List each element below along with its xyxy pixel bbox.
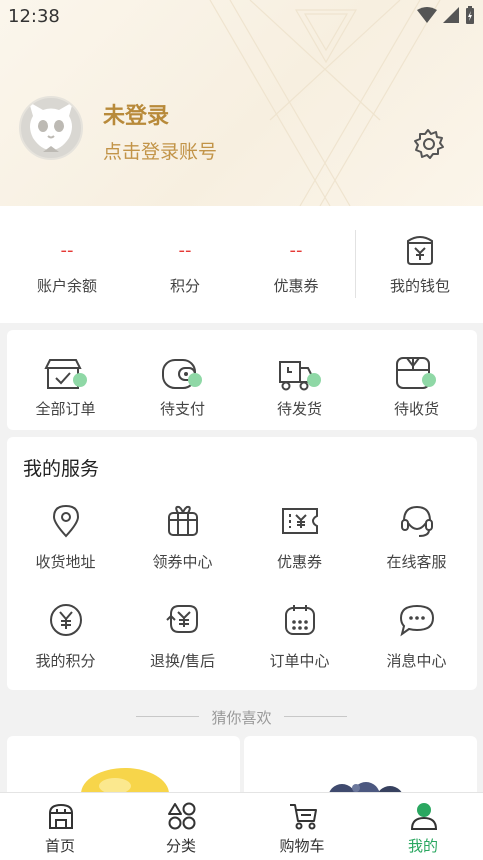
- stat-value: --: [60, 240, 74, 261]
- cart-icon: [290, 804, 317, 830]
- divider-line: [284, 716, 347, 717]
- service-label: 我的积分: [35, 652, 96, 670]
- service-messages[interactable]: 消息中心: [358, 602, 475, 672]
- service-my-points[interactable]: 我的积分: [7, 602, 124, 672]
- person-icon: [410, 803, 438, 830]
- stat-value: --: [178, 240, 192, 261]
- profile-header: 12:38 未登录 点击登录账号: [0, 0, 483, 206]
- order-to-receive[interactable]: 待收货: [358, 354, 475, 424]
- tab-label: 购物车: [279, 837, 325, 855]
- stat-balance[interactable]: -- 账户余额: [12, 206, 122, 323]
- service-label: 消息中心: [386, 652, 447, 670]
- headset-icon: [400, 505, 433, 537]
- chat-bubble-icon: [399, 604, 434, 637]
- coupon-ticket-icon: [281, 508, 318, 534]
- wallet-pay-icon: [161, 359, 202, 389]
- recommendation-title: 猜你喜欢: [211, 709, 272, 727]
- stat-value: --: [289, 240, 303, 261]
- product-image-blueberries: [328, 782, 404, 796]
- service-label: 收货地址: [35, 553, 96, 571]
- bottom-tab-bar: 首页 分类 购物车 我的: [0, 792, 483, 860]
- tab-label: 首页: [44, 837, 75, 855]
- service-label: 领券中心: [152, 553, 213, 571]
- order-label: 全部订单: [35, 400, 96, 418]
- service-coupons[interactable]: 优惠券: [241, 503, 358, 573]
- category-grid-icon: [168, 802, 196, 830]
- login-link[interactable]: 点击登录账号: [103, 137, 217, 164]
- order-label: 待收货: [393, 400, 439, 418]
- service-order-center[interactable]: 订单中心: [241, 602, 358, 672]
- service-label: 在线客服: [386, 553, 447, 571]
- wifi-icon: [417, 7, 437, 23]
- stat-coupons[interactable]: -- 优惠券: [241, 206, 351, 323]
- divider: [355, 230, 356, 298]
- package-box-icon: [395, 357, 436, 389]
- home-shop-icon: [49, 803, 73, 829]
- order-to-ship[interactable]: 待发货: [241, 354, 358, 424]
- wallet-yen-icon: [407, 236, 433, 265]
- orders-card: 全部订单 待支付 待发货 待收货: [7, 330, 477, 430]
- services-title: 我的服务: [23, 458, 100, 480]
- stat-label: 积分: [169, 277, 200, 295]
- service-label: 优惠券: [276, 553, 322, 571]
- tab-home[interactable]: 首页: [0, 793, 120, 860]
- service-customer-support[interactable]: 在线客服: [358, 503, 475, 573]
- services-card: 我的服务 收货地址 领券中心 优惠券 在线客服 我的积分 退换/售后 订单中心 …: [7, 437, 477, 690]
- order-label: 待支付: [159, 400, 205, 418]
- settings-gear-icon[interactable]: [410, 126, 446, 162]
- my-wallet-button[interactable]: 我的钱包: [365, 206, 475, 323]
- gift-box-icon: [167, 505, 198, 536]
- product-card[interactable]: [244, 736, 477, 796]
- tab-label: 分类: [165, 837, 196, 855]
- wallet-label: 我的钱包: [389, 277, 450, 295]
- recommendation-divider: 猜你喜欢: [0, 702, 483, 732]
- order-label: 待发货: [276, 400, 322, 418]
- tab-category[interactable]: 分类: [121, 793, 241, 860]
- location-pin-icon: [52, 504, 79, 538]
- stat-label: 账户余额: [36, 277, 97, 295]
- product-image-lemon: [81, 768, 169, 796]
- service-label: 退换/售后: [149, 652, 216, 670]
- tab-label: 我的: [407, 837, 438, 855]
- delivery-truck-icon: [278, 361, 321, 391]
- avatar[interactable]: [19, 96, 83, 160]
- cat-avatar-icon: [29, 102, 73, 152]
- status-bar: 12:38: [0, 0, 483, 32]
- yen-circle-icon: [49, 604, 82, 636]
- shop-order-icon: [43, 359, 87, 389]
- calendar-icon: [284, 605, 315, 635]
- service-returns[interactable]: 退换/售后: [124, 602, 241, 672]
- stat-label: 优惠券: [273, 277, 319, 295]
- stat-points[interactable]: -- 积分: [130, 206, 240, 323]
- order-all[interactable]: 全部订单: [7, 354, 124, 424]
- account-stats: -- 账户余额 -- 积分 -- 优惠券 我的钱包: [0, 206, 483, 323]
- order-unpaid[interactable]: 待支付: [124, 354, 241, 424]
- service-address[interactable]: 收货地址: [7, 503, 124, 573]
- tab-cart[interactable]: 购物车: [242, 793, 362, 860]
- signal-icon: [443, 7, 459, 23]
- battery-icon: [466, 6, 474, 24]
- status-time: 12:38: [8, 6, 60, 27]
- tab-mine[interactable]: 我的: [363, 793, 483, 860]
- login-status-title[interactable]: 未登录: [103, 98, 169, 130]
- product-card[interactable]: [7, 736, 240, 796]
- service-label: 订单中心: [269, 652, 330, 670]
- service-coupon-center[interactable]: 领券中心: [124, 503, 241, 573]
- exchange-yen-icon: [165, 605, 198, 633]
